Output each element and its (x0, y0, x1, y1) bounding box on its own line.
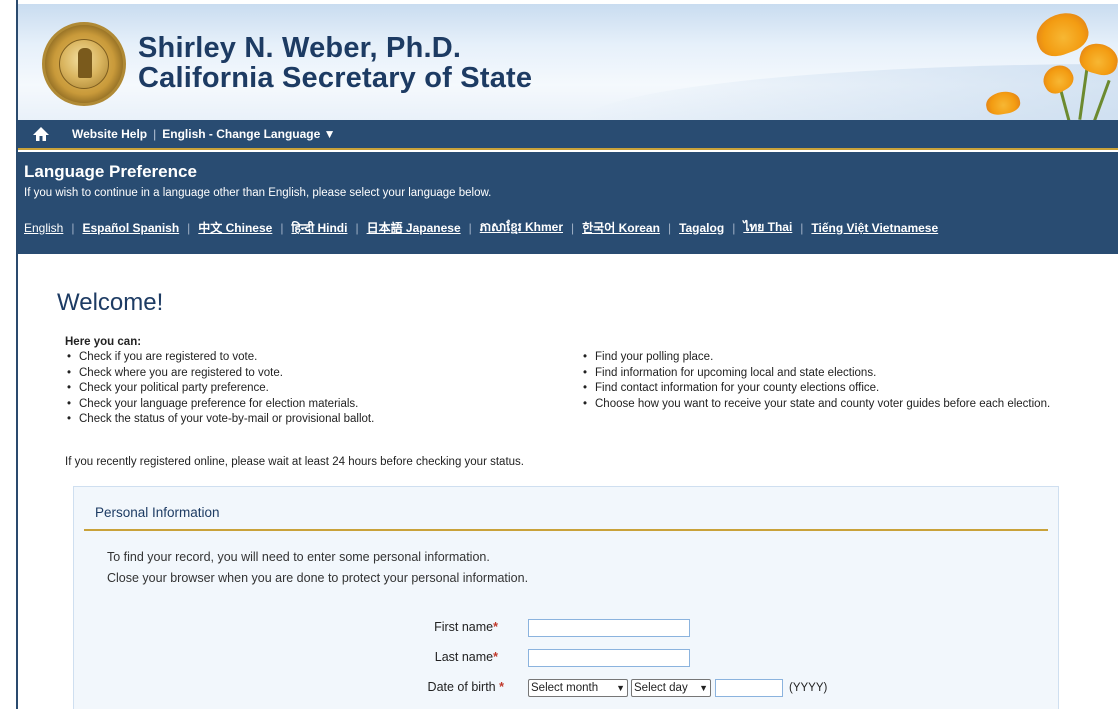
home-icon[interactable] (32, 125, 50, 143)
list-item: Check your political party preference. (65, 381, 525, 397)
year-format-hint: (YYYY) (789, 682, 828, 694)
form-instruction: Close your browser when you are done to … (107, 571, 529, 585)
seal-center (59, 39, 109, 89)
top-navbar: Website Help | English - Change Language… (18, 120, 1118, 150)
lang-link-khmer[interactable]: ភាសាខ្មែរ Khmer (480, 219, 563, 237)
language-preference-section: Language Preference If you wish to conti… (18, 152, 1118, 254)
form-instruction: To find your record, you will need to en… (107, 550, 490, 564)
list-item: Find contact information for your county… (581, 381, 1051, 397)
list-item: Check where you are registered to vote. (65, 366, 525, 382)
recent-registration-note: If you recently registered online, pleas… (65, 456, 524, 468)
birth-month-select[interactable]: Select month ▼ (528, 679, 628, 697)
first-name-label: First name* (434, 620, 498, 634)
chevron-down-icon: ▼ (616, 683, 625, 693)
header-banner: Shirley N. Weber, Ph.D. California Secre… (18, 4, 1118, 120)
required-marker: * (493, 650, 498, 664)
header-title-name: Shirley N. Weber, Ph.D. (138, 32, 462, 64)
last-name-label: Last name* (434, 650, 498, 664)
section-divider (84, 529, 1048, 531)
lang-link-japanese[interactable]: 日本語 Japanese (367, 219, 461, 236)
list-item: Find information for upcoming local and … (581, 366, 1051, 382)
lang-link-vietnamese[interactable]: Tiếng Việt Vietnamese (811, 221, 938, 235)
lang-link-english[interactable]: English (24, 221, 63, 235)
language-preference-title: Language Preference (24, 162, 197, 181)
list-item: Find your polling place. (581, 350, 1051, 366)
first-name-input[interactable] (528, 619, 690, 637)
list-item: Choose how you want to receive your stat… (581, 397, 1051, 413)
last-name-input[interactable] (528, 649, 690, 667)
here-you-can-label: Here you can: (65, 336, 142, 348)
personal-information-title: Personal Information (95, 505, 220, 520)
lang-link-hindi[interactable]: हिन्दी Hindi (291, 219, 347, 236)
birth-year-input[interactable] (715, 679, 783, 697)
required-marker: * (499, 680, 504, 694)
lang-link-thai[interactable]: ไทย Thai (743, 218, 792, 237)
required-marker: * (493, 620, 498, 634)
list-item: Check if you are registered to vote. (65, 350, 525, 366)
nav-separator: | (153, 127, 157, 141)
lang-link-spanish[interactable]: Español Spanish (82, 221, 179, 235)
language-links: English | Español Spanish | 中文 Chinese |… (24, 218, 939, 237)
state-seal-logo (42, 22, 126, 106)
list-item: Check your language preference for elect… (65, 397, 525, 413)
personal-information-panel: Personal Information To find your record… (73, 486, 1059, 709)
features-list-left: Check if you are registered to vote. Che… (65, 350, 525, 428)
language-preference-description: If you wish to continue in a language ot… (24, 187, 492, 199)
lang-link-tagalog[interactable]: Tagalog (679, 221, 724, 235)
list-item: Check the status of your vote-by-mail or… (65, 412, 525, 428)
welcome-heading: Welcome! (57, 289, 164, 316)
lang-link-korean[interactable]: 한국어 Korean (582, 219, 660, 236)
change-language-dropdown[interactable]: English - Change Language ▼ (162, 127, 335, 141)
lang-link-chinese[interactable]: 中文 Chinese (198, 219, 272, 236)
features-list-right: Find your polling place. Find informatio… (581, 350, 1051, 412)
chevron-down-icon: ▼ (699, 683, 708, 693)
header-title-office: California Secretary of State (138, 62, 533, 94)
birth-day-select[interactable]: Select day ▼ (631, 679, 711, 697)
date-of-birth-label: Date of birth * (427, 680, 504, 694)
website-help-link[interactable]: Website Help (72, 127, 147, 141)
banner-wave (578, 64, 1118, 120)
seal-figure (78, 48, 92, 78)
